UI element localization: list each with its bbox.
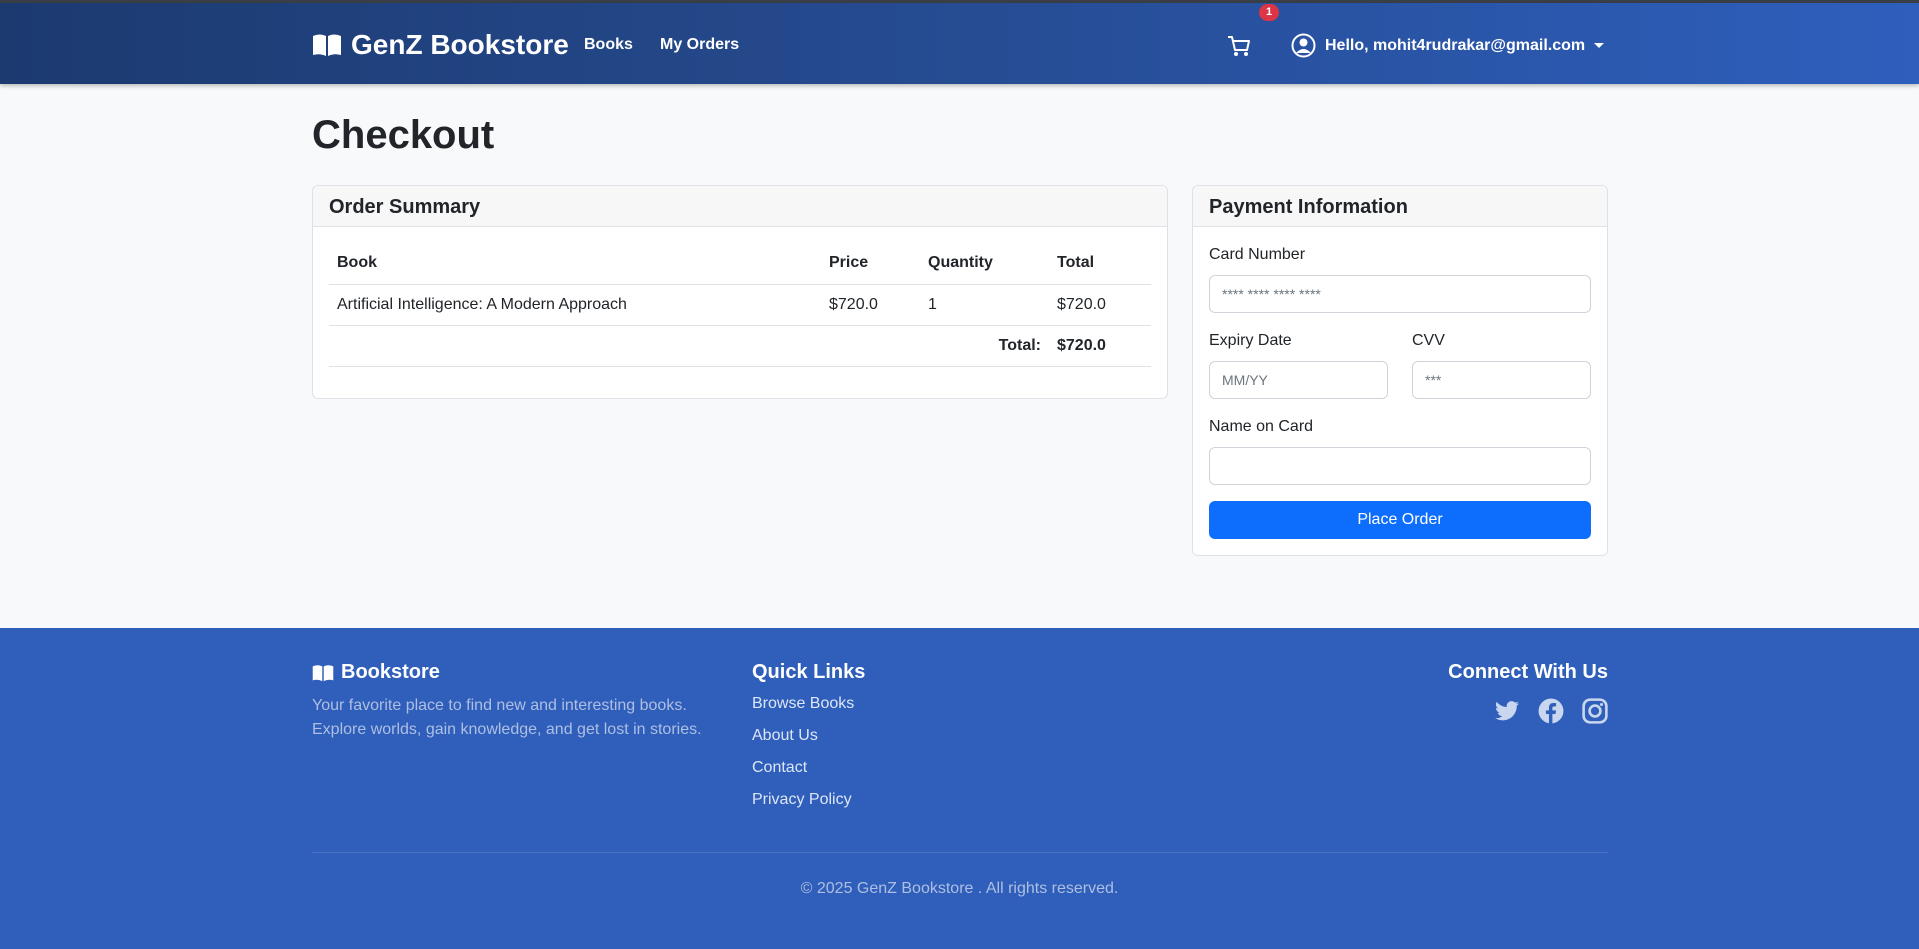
cvv-label: CVV bbox=[1412, 332, 1445, 349]
copyright-text: © 2025 GenZ Bookstore . All rights reser… bbox=[800, 880, 1119, 897]
expiry-date-label: Expiry Date bbox=[1209, 332, 1292, 349]
name-on-card-label: Name on Card bbox=[1209, 418, 1314, 435]
chevron-down-icon bbox=[1594, 43, 1605, 48]
footer-brand-name: Bookstore bbox=[341, 661, 440, 683]
name-on-card-input[interactable] bbox=[1209, 447, 1591, 485]
cell-quantity: 1 bbox=[920, 284, 1049, 326]
footer-divider bbox=[312, 852, 1608, 853]
payment-card: Payment Information Card Number Expiry D… bbox=[1192, 185, 1608, 556]
book-icon bbox=[313, 34, 341, 56]
user-greeting: Hello, mohit4rudrakar@gmail.com bbox=[1325, 36, 1586, 54]
card-number-label: Card Number bbox=[1209, 246, 1306, 263]
footer: Bookstore Your favorite place to find ne… bbox=[0, 628, 1919, 949]
navbar: GenZ Bookstore Books My Orders 1 Hello, … bbox=[0, 3, 1919, 84]
page-title: Checkout bbox=[312, 113, 495, 157]
cart-count-badge: 1 bbox=[1259, 4, 1279, 21]
footer-brand: Bookstore bbox=[312, 661, 440, 684]
expiry-date-input[interactable] bbox=[1209, 361, 1388, 399]
instagram-icon[interactable] bbox=[1582, 698, 1608, 724]
footer-link-about-us[interactable]: About Us bbox=[752, 727, 818, 745]
order-table: Book Price Quantity Total Artificial Int… bbox=[329, 243, 1151, 367]
total-value: $720.0 bbox=[1049, 325, 1151, 367]
column-header-total: Total bbox=[1049, 243, 1151, 285]
brand-link[interactable]: GenZ Bookstore bbox=[312, 29, 569, 61]
user-menu-toggle[interactable]: Hello, mohit4rudrakar@gmail.com bbox=[1291, 33, 1605, 58]
footer-tagline: Your favorite place to find new and inte… bbox=[312, 697, 702, 738]
place-order-button[interactable]: Place Order bbox=[1209, 501, 1591, 539]
facebook-icon[interactable] bbox=[1538, 698, 1564, 724]
column-header-price: Price bbox=[821, 243, 920, 285]
total-label: Total: bbox=[329, 325, 1049, 367]
table-header-row: Book Price Quantity Total bbox=[329, 243, 1151, 285]
table-row: Artificial Intelligence: A Modern Approa… bbox=[329, 284, 1151, 326]
quick-links-title: Quick Links bbox=[752, 661, 866, 683]
brand-name: GenZ Bookstore bbox=[351, 29, 569, 60]
twitter-icon[interactable] bbox=[1494, 698, 1520, 724]
total-row: Total: $720.0 bbox=[329, 325, 1151, 367]
user-circle-icon bbox=[1291, 33, 1316, 58]
footer-link-privacy-policy[interactable]: Privacy Policy bbox=[752, 791, 852, 809]
nav-my-orders[interactable]: My Orders bbox=[660, 36, 739, 54]
cell-total: $720.0 bbox=[1049, 284, 1151, 326]
cart-icon[interactable] bbox=[1226, 33, 1252, 59]
book-icon bbox=[312, 664, 334, 681]
payment-header: Payment Information bbox=[1193, 186, 1607, 227]
order-summary-header: Order Summary bbox=[313, 186, 1167, 227]
footer-link-browse-books[interactable]: Browse Books bbox=[752, 695, 854, 713]
column-header-book: Book bbox=[329, 243, 821, 285]
nav-books[interactable]: Books bbox=[584, 36, 633, 54]
order-summary-card: Order Summary Book Price Quantity Total … bbox=[312, 185, 1168, 399]
column-header-quantity: Quantity bbox=[920, 243, 1049, 285]
cvv-input[interactable] bbox=[1412, 361, 1591, 399]
cell-price: $720.0 bbox=[821, 284, 920, 326]
cell-book: Artificial Intelligence: A Modern Approa… bbox=[329, 284, 821, 326]
card-number-input[interactable] bbox=[1209, 275, 1591, 313]
connect-title: Connect With Us bbox=[1448, 661, 1608, 683]
footer-link-contact[interactable]: Contact bbox=[752, 759, 807, 777]
